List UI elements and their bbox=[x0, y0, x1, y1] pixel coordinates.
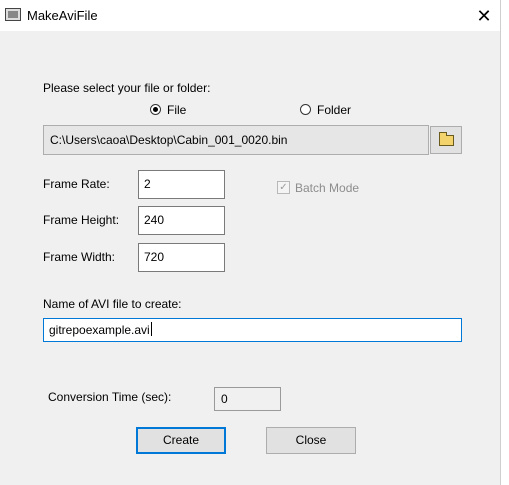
avi-filename-value: gitrepoexample.avi bbox=[49, 323, 150, 337]
create-button[interactable]: Create bbox=[136, 427, 226, 454]
select-file-prompt: Please select your file or folder: bbox=[43, 81, 211, 95]
conversion-time-label: Conversion Time (sec): bbox=[48, 390, 172, 404]
close-window-button[interactable]: ✕ bbox=[469, 2, 499, 30]
frame-width-label: Frame Width: bbox=[43, 250, 116, 264]
title-bar: MakeAviFile ✕ bbox=[0, 0, 500, 32]
folder-radio-label: Folder bbox=[317, 103, 352, 117]
conversion-time-value: 0 bbox=[214, 387, 281, 411]
frame-width-input[interactable]: 720 bbox=[138, 243, 225, 272]
file-radio-label: File bbox=[167, 103, 187, 117]
file-radio-button[interactable] bbox=[150, 104, 161, 115]
text-cursor bbox=[150, 322, 152, 336]
window-edge bbox=[500, 0, 509, 485]
batch-mode-checkbox[interactable]: ✓ bbox=[277, 181, 290, 194]
frame-rate-input[interactable]: 2 bbox=[138, 170, 225, 199]
close-button[interactable]: Close bbox=[266, 427, 356, 454]
avi-name-label: Name of AVI file to create: bbox=[43, 297, 182, 311]
batch-mode-label: Batch Mode bbox=[295, 181, 360, 195]
frame-height-label: Frame Height: bbox=[43, 213, 120, 227]
frame-height-input[interactable]: 240 bbox=[138, 206, 225, 235]
browse-button[interactable] bbox=[430, 126, 462, 154]
frame-rate-label: Frame Rate: bbox=[43, 177, 110, 191]
source-path-field[interactable]: C:\Users\caoa\Desktop\Cabin_001_0020.bin bbox=[43, 125, 429, 155]
film-icon bbox=[5, 8, 21, 21]
avi-filename-input[interactable]: gitrepoexample.avi bbox=[43, 318, 462, 342]
folder-radio-button[interactable] bbox=[300, 104, 311, 115]
folder-open-icon bbox=[439, 132, 454, 146]
window-title: MakeAviFile bbox=[27, 8, 98, 23]
